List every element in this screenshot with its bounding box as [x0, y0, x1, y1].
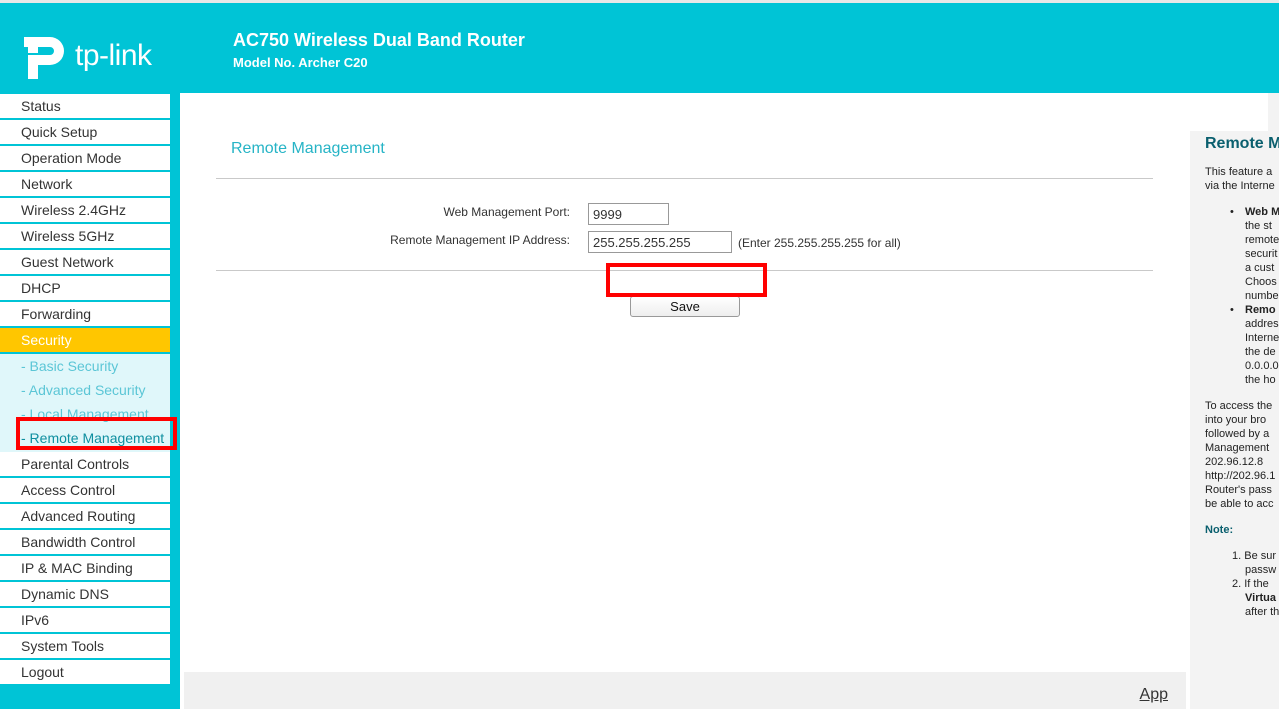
help-note2-line: 2. If the [1232, 578, 1269, 590]
help-bullet1-line: remote [1245, 234, 1279, 246]
sidebar-item-quick-setup[interactable]: Quick Setup [0, 120, 170, 144]
remote-ip-input[interactable] [588, 231, 732, 253]
web-management-port-label: Web Management Port: [443, 205, 570, 219]
sidebar-item-network[interactable]: Network [0, 172, 170, 196]
submenu-advanced-security[interactable]: - Advanced Security [0, 378, 170, 402]
bullet-icon: • [1230, 206, 1234, 218]
help-access-line: followed by a [1205, 428, 1270, 440]
help-intro-line: This feature a [1205, 166, 1273, 178]
sidebar-item-advanced-routing[interactable]: Advanced Routing [0, 504, 170, 528]
save-button[interactable]: Save [630, 296, 740, 317]
help-access-line: into your bro [1205, 414, 1267, 426]
sidebar-item-ipv6[interactable]: IPv6 [0, 608, 170, 632]
help-bullet1-line: securit [1245, 248, 1278, 260]
sidebar-item-operation-mode[interactable]: Operation Mode [0, 146, 170, 170]
sidebar-item-security[interactable]: Security [0, 328, 170, 352]
web-management-port-input[interactable] [588, 203, 669, 225]
product-title: AC750 Wireless Dual Band Router [233, 30, 525, 50]
sidebar-item-guest-network[interactable]: Guest Network [0, 250, 170, 274]
help-access-line: To access the [1205, 400, 1273, 412]
highlight-box-save [606, 263, 767, 297]
sidebar-item-status[interactable]: Status [0, 94, 170, 118]
help-note2-line: Virtua [1245, 592, 1276, 604]
tp-link-logo-icon [24, 37, 64, 79]
app-link[interactable]: App [1140, 686, 1168, 704]
help-bullet2-line: the ho [1245, 374, 1276, 386]
help-panel[interactable]: Remote M This feature a via the Interne … [1190, 131, 1279, 709]
help-intro-line: via the Interne [1205, 180, 1275, 192]
help-bullet2-line: addres [1245, 318, 1279, 330]
sidebar-item-system-tools[interactable]: System Tools [0, 634, 170, 658]
submenu-basic-security[interactable]: - Basic Security [0, 354, 170, 378]
help-bullet2-line: Remo [1245, 304, 1276, 316]
header-bar: tp-link AC750 Wireless Dual Band Router … [0, 0, 1279, 93]
help-bullet1-line: a cust [1245, 262, 1275, 274]
sidebar-item-forwarding[interactable]: Forwarding [0, 302, 170, 326]
page-title: Remote Management [231, 140, 385, 157]
sidebar-item-parental-controls[interactable]: Parental Controls [0, 452, 170, 476]
product-title-block: AC750 Wireless Dual Band Router Model No… [233, 30, 525, 70]
sidebar-item-bandwidth-control[interactable]: Bandwidth Control [0, 530, 170, 554]
main-content: Remote Management Web Management Port: R… [184, 93, 1190, 709]
help-access-line: Management [1205, 442, 1270, 454]
bullet-icon: • [1230, 304, 1234, 316]
sidebar-item-wireless-5[interactable]: Wireless 5GHz [0, 224, 170, 248]
help-bullet2-line: 0.0.0.0 [1245, 360, 1279, 372]
tp-link-logo: tp-link [20, 31, 160, 83]
help-bullet1-line: Web M [1245, 206, 1279, 218]
sidebar-item-access-control[interactable]: Access Control [0, 478, 170, 502]
help-access-line: Router's pass [1205, 484, 1272, 496]
bottom-bar: App [184, 672, 1186, 709]
divider [216, 178, 1153, 179]
help-access-line: 202.96.12.8 [1205, 456, 1264, 468]
sidebar-item-ip-mac-binding[interactable]: IP & MAC Binding [0, 556, 170, 580]
help-bullet1-line: numbe [1245, 290, 1279, 302]
remote-ip-label: Remote Management IP Address: [390, 233, 570, 247]
logo-text: tp-link [75, 39, 152, 72]
help-title: Remote M [1205, 135, 1279, 152]
help-note2-line: after th [1245, 606, 1279, 618]
help-access-line: http://202.96.1 [1205, 470, 1276, 482]
sidebar-item-logout[interactable]: Logout [0, 660, 170, 684]
help-access-line: be able to acc [1205, 498, 1274, 510]
help-bullet1-line: the st [1245, 220, 1272, 232]
model-number: Model No. Archer C20 [233, 55, 368, 70]
help-note-label: Note: [1205, 524, 1234, 536]
sidebar-item-dhcp[interactable]: DHCP [0, 276, 170, 300]
sidebar-nav: Status Quick Setup Operation Mode Networ… [0, 94, 170, 686]
help-note1-line: 1. Be sur [1232, 550, 1277, 562]
help-note1-line: passw [1245, 564, 1277, 576]
help-panel-top [1268, 93, 1279, 131]
help-bullet2-line: Interne [1245, 332, 1279, 344]
help-bullet1-line: Choos [1245, 276, 1277, 288]
highlight-box-remote-management [16, 417, 177, 450]
sidebar-item-dynamic-dns[interactable]: Dynamic DNS [0, 582, 170, 606]
remote-ip-hint: (Enter 255.255.255.255 for all) [738, 236, 901, 250]
sidebar-item-wireless-24[interactable]: Wireless 2.4GHz [0, 198, 170, 222]
help-bullet2-line: the de [1245, 346, 1276, 358]
